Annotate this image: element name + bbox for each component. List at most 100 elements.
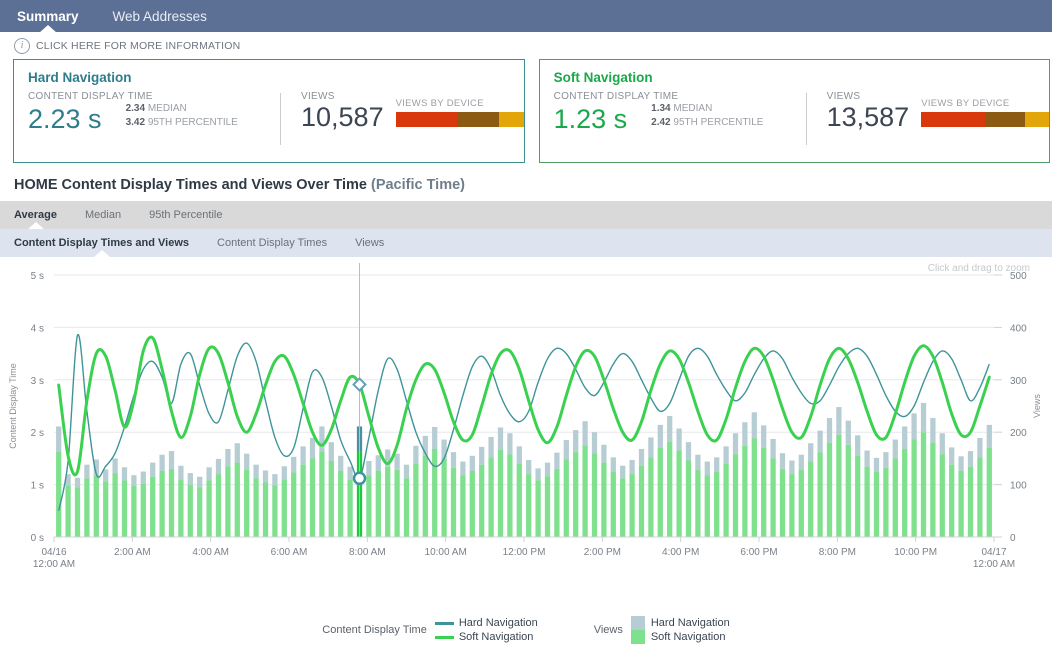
device-segment-desktop (921, 112, 985, 127)
bar-hard-views (686, 442, 691, 460)
bar-hard-views (300, 446, 305, 464)
bar-soft-views (564, 459, 569, 537)
tab-95th-percentile[interactable]: 95th Percentile (135, 201, 236, 229)
card-soft-device-bar[interactable] (921, 112, 1049, 127)
card-hard-navigation: Hard Navigation CONTENT DISPLAY TIME 2.2… (13, 59, 525, 163)
bar-hard-views (216, 459, 221, 474)
card-soft-p95-row: 2.42 95TH PERCENTILE (651, 116, 763, 130)
marker-hard-point[interactable] (354, 473, 365, 484)
bar-hard-views (75, 478, 80, 487)
bar-hard-views (846, 421, 851, 445)
bar-hard-views (676, 429, 681, 451)
bar-soft-views (808, 462, 813, 537)
bar-soft-views (432, 449, 437, 537)
bar-hard-views (272, 474, 277, 485)
card-soft-p95-label: 95TH PERCENTILE (673, 117, 763, 128)
info-icon[interactable]: i (14, 38, 30, 54)
tab-views[interactable]: Views (341, 229, 398, 257)
bar-hard-views (770, 439, 775, 458)
bar-soft-views (141, 484, 146, 537)
tab-content-display-times-and-views[interactable]: Content Display Times and Views (0, 229, 203, 257)
bar-soft-views (611, 472, 616, 537)
chart-container[interactable]: Click and drag to zoom 0 s01 s1002 s2003… (0, 257, 1052, 612)
bar-hard-views (705, 462, 710, 476)
device-segment-mobile (985, 112, 1025, 127)
card-hard-p95-label: 95TH PERCENTILE (148, 117, 238, 128)
bar-soft-views (329, 461, 334, 537)
bar-hard-views (206, 467, 211, 480)
x-axis-tick: 4:00 PM (662, 547, 699, 558)
bar-soft-views (65, 486, 70, 537)
bar-hard-views (789, 460, 794, 474)
bar-hard-views (479, 447, 484, 465)
bar-hard-views (620, 466, 625, 479)
bar-soft-views (573, 452, 578, 537)
chart-svg[interactable]: 0 s01 s1002 s2003 s3004 s4005 s500Conten… (0, 257, 1052, 582)
bar-soft-views (319, 452, 324, 537)
tab-web-addresses[interactable]: Web Addresses (96, 0, 224, 32)
y2-axis-tick: 200 (1010, 428, 1027, 439)
card-soft-p95-value: 2.42 (651, 117, 670, 128)
legend-item-views-soft-label: Soft Navigation (651, 630, 726, 644)
bar-soft-views (817, 452, 822, 537)
x-axis-tick: 6:00 AM (271, 547, 308, 558)
metric-tab-bar: Content Display Times and Views Content … (0, 229, 1052, 257)
bar-soft-views (169, 469, 174, 537)
bar-hard-views (601, 445, 606, 463)
card-soft-views-value: 13,587 (827, 102, 910, 133)
legend-group-content-display-time: Content Display Time Hard Navigation Sof… (322, 616, 537, 644)
bar-soft-views (949, 465, 954, 537)
y2-axis-tick: 300 (1010, 376, 1027, 387)
bar-hard-views (329, 442, 334, 461)
card-hard-views-block: VIEWS 10,587 VIEWS BY DEVICE (281, 91, 524, 133)
marker-soft-point[interactable] (354, 379, 366, 391)
card-soft-device-label: VIEWS BY DEVICE (921, 98, 1049, 109)
bar-soft-views (658, 448, 663, 537)
bar-soft-views (385, 467, 390, 537)
bar-hard-views (56, 426, 61, 451)
tab-views-label: Views (355, 237, 384, 249)
card-soft-time-row: 1.23 s 1.34 MEDIAN 2.42 95TH PERCENTILE (554, 102, 806, 135)
top-tab-bar: Summary Web Addresses (0, 0, 1052, 32)
more-information-row[interactable]: i CLICK HERE FOR MORE INFORMATION (0, 32, 1052, 59)
bar-soft-views (601, 463, 606, 537)
bar-hard-views (592, 432, 597, 453)
bar-hard-views (564, 440, 569, 459)
x-axis-tick: 04/16 (41, 547, 66, 558)
x-axis-tick: 12:00 PM (503, 547, 546, 558)
bar-soft-views (883, 468, 888, 537)
tab-average[interactable]: Average (0, 201, 71, 229)
legend-item-cdt-hard[interactable]: Hard Navigation (435, 616, 538, 630)
bar-soft-views (761, 448, 766, 537)
bar-soft-views (216, 474, 221, 537)
card-hard-device-bar[interactable] (396, 112, 524, 127)
x-axis-tick: 2:00 PM (584, 547, 621, 558)
more-information-label[interactable]: CLICK HERE FOR MORE INFORMATION (36, 40, 240, 52)
card-hard-time-label: CONTENT DISPLAY TIME (28, 91, 280, 102)
tab-summary[interactable]: Summary (0, 0, 96, 32)
card-hard-device-block: VIEWS BY DEVICE (396, 98, 524, 133)
card-hard-p95-row: 3.42 95TH PERCENTILE (126, 116, 238, 130)
tab-median[interactable]: Median (71, 201, 135, 229)
bar-soft-views (733, 454, 738, 537)
bar-soft-views (488, 457, 493, 537)
bar-soft-views (827, 443, 832, 537)
bar-soft-views (507, 454, 512, 537)
legend-item-cdt-soft[interactable]: Soft Navigation (435, 630, 538, 644)
legend-item-views-soft[interactable]: Soft Navigation (631, 630, 730, 644)
bar-hard-views (338, 456, 343, 471)
bar-hard-views (554, 453, 559, 469)
stat-tab-bar: Average Median 95th Percentile (0, 201, 1052, 229)
bar-soft-views (582, 445, 587, 537)
bar-hard-views (112, 458, 117, 473)
legend-item-views-hard[interactable]: Hard Navigation (631, 616, 730, 630)
bar-hard-views (855, 435, 860, 455)
bar-soft-views (94, 475, 99, 537)
tab-content-display-times[interactable]: Content Display Times (203, 229, 341, 257)
bar-hard-views (921, 403, 926, 432)
card-hard-median-label: MEDIAN (148, 103, 187, 114)
bar-soft-views (413, 464, 418, 537)
bar-hard-views (235, 443, 240, 462)
bar-hard-views (319, 426, 324, 451)
bar-soft-views (958, 471, 963, 537)
